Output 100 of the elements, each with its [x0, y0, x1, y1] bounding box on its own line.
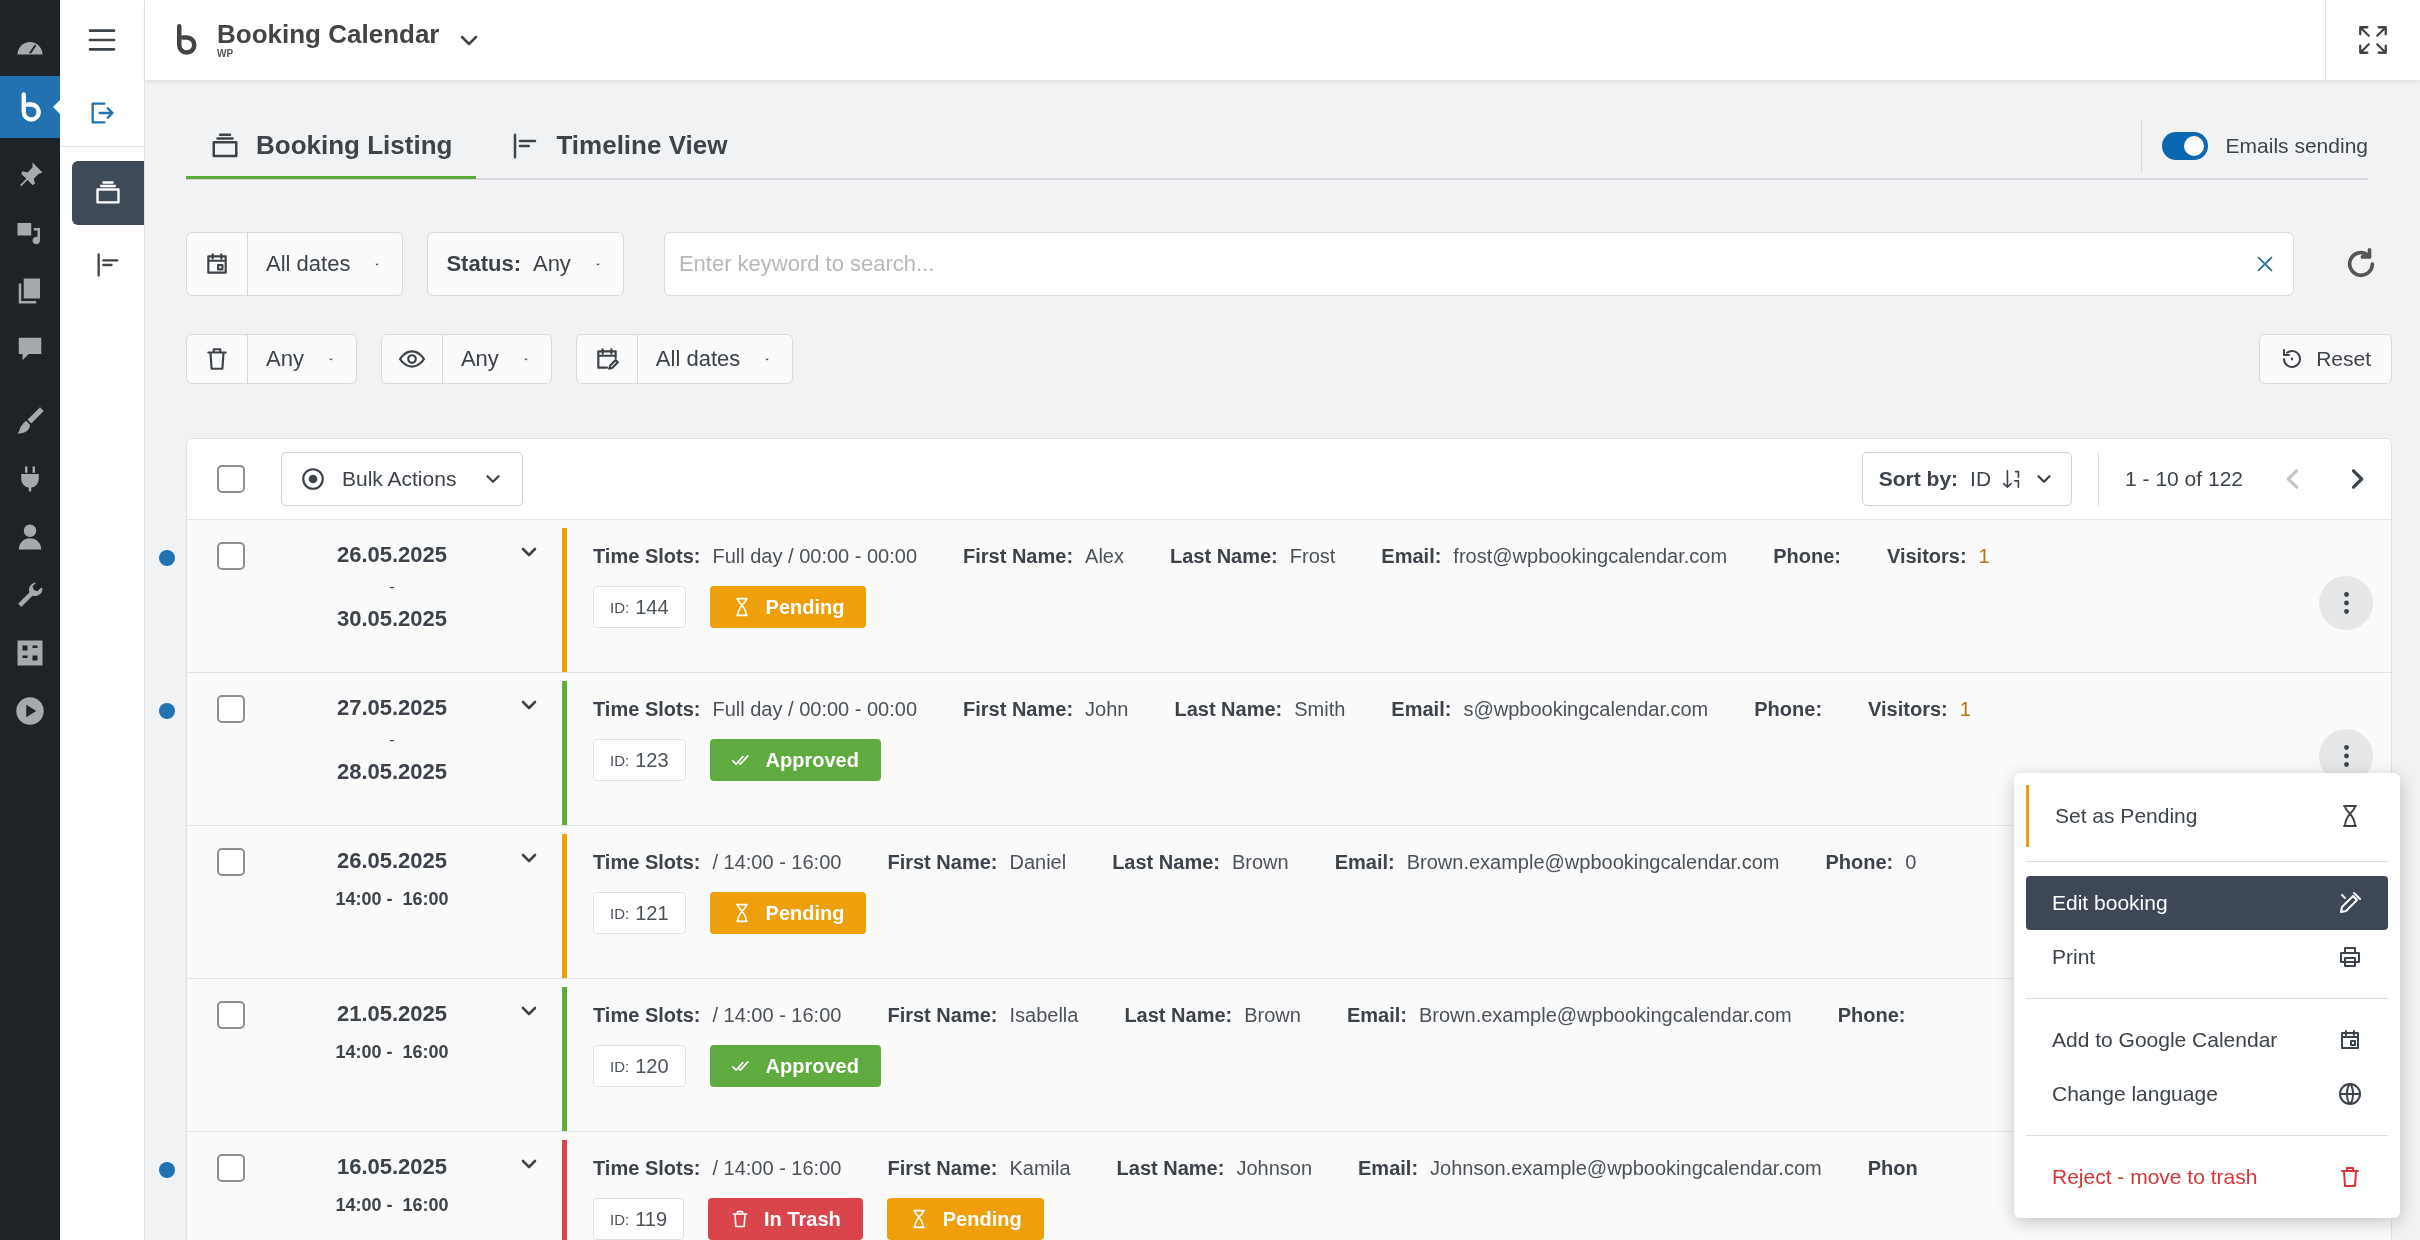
- booking-time: 14:00 - 16:00: [335, 888, 449, 911]
- menu-item[interactable]: Set as Pending: [2026, 785, 2388, 847]
- field-label: Email:: [1381, 544, 1442, 569]
- sort-dropdown[interactable]: Sort by: ID: [1861, 452, 2073, 506]
- field-label: Last Name:: [1112, 850, 1220, 875]
- tab[interactable]: Timeline View: [486, 115, 752, 179]
- field-label: Phon: [1867, 1156, 1918, 1181]
- trash-icon: [204, 346, 230, 372]
- kebab-icon: [2343, 592, 2349, 614]
- field-label: Phone:: [1837, 1003, 1906, 1028]
- field-value: Johnson: [1236, 1156, 1313, 1181]
- field-label: Email:: [1334, 850, 1395, 875]
- field-value: Kamila: [1009, 1156, 1071, 1181]
- status-badge: Approved: [709, 739, 881, 781]
- field-value: Smith: [1294, 697, 1346, 722]
- field-value: / 14:00 - 16:00: [712, 1156, 842, 1181]
- edit-icon: [2338, 891, 2362, 915]
- field-label: Visitors:: [1868, 697, 1948, 722]
- more-button[interactable]: [2319, 576, 2373, 630]
- pagination-label: 1 - 10 of 122: [2125, 467, 2243, 491]
- field-label: Email:: [1358, 1156, 1419, 1181]
- calendar-icon: [204, 251, 230, 277]
- date-separator: -: [389, 577, 395, 597]
- stacked-cards-icon: [94, 179, 122, 207]
- end-date: 28.05.2025: [336, 758, 448, 786]
- calendar-icon: [2338, 1028, 2362, 1052]
- field-label: Time Slots:: [593, 697, 701, 722]
- field-label: First Name:: [887, 1156, 998, 1181]
- field-label: Time Slots:: [593, 1003, 701, 1028]
- admin-menu-item-active[interactable]: [0, 76, 60, 138]
- field-value: Johnson.example@wpbookingcalendar.com: [1430, 1156, 1822, 1181]
- search-field[interactable]: Enter keyword to search...: [663, 232, 2294, 296]
- status-badge: In Trash: [708, 1198, 863, 1240]
- date-separator: -: [389, 730, 395, 750]
- toggle-label: Emails sending: [2225, 134, 2368, 158]
- field-value: Alex: [1085, 544, 1124, 569]
- trash-icon: [2338, 1165, 2362, 1189]
- radio-target-icon: [300, 466, 326, 492]
- row-checkbox[interactable]: [217, 542, 245, 570]
- menu-item[interactable]: Add to Google Calendar: [2026, 1013, 2388, 1067]
- emails-toggle[interactable]: [2161, 132, 2208, 160]
- field-value: / 14:00 - 16:00: [712, 1003, 842, 1028]
- printer-icon: [2338, 945, 2362, 969]
- row-checkbox[interactable]: [217, 695, 245, 723]
- bulk-actions-dropdown[interactable]: Bulk Actions: [281, 452, 524, 506]
- field-label: Phone:: [1773, 544, 1841, 569]
- field-label: First Name:: [887, 850, 998, 875]
- status-badge: Approved: [709, 1045, 881, 1087]
- globe-icon: [2338, 1082, 2362, 1106]
- tab[interactable]: Booking Listing: [186, 115, 477, 179]
- field-label: First Name:: [963, 544, 1074, 569]
- select-all-checkbox[interactable]: [217, 465, 245, 493]
- field-label: First Name:: [887, 1003, 998, 1028]
- row-checkbox[interactable]: [217, 1154, 245, 1182]
- menu-item[interactable]: Change language: [2026, 1067, 2388, 1121]
- status-badge: Pending: [709, 586, 867, 628]
- booking-time: 14:00 - 16:00: [335, 1041, 449, 1064]
- booking-id: ID: 144: [593, 586, 686, 628]
- menu-item[interactable]: Reject - move to trash: [2026, 1150, 2388, 1204]
- field-label: Email:: [1391, 697, 1452, 722]
- field-value: Daniel: [1009, 850, 1067, 875]
- sliders-icon: [15, 638, 45, 668]
- menu-item[interactable]: Edit booking: [2026, 876, 2388, 930]
- field-label: Visitors:: [1886, 544, 1967, 569]
- field-label: Time Slots:: [593, 850, 701, 875]
- kebab-icon: [2343, 745, 2349, 767]
- row-checkbox[interactable]: [217, 848, 245, 876]
- status-badge: Pending: [709, 892, 867, 934]
- play-icon: [15, 696, 45, 726]
- booking-date: 26.05.2025: [336, 847, 448, 875]
- field-label: First Name:: [963, 697, 1074, 722]
- status-badge: Pending: [886, 1198, 1044, 1240]
- field-value: 1: [1959, 697, 1971, 722]
- field-value: Isabella: [1009, 1003, 1079, 1028]
- field-value: Brown: [1244, 1003, 1301, 1028]
- wrench-icon: [15, 580, 45, 610]
- field-value: Frost: [1289, 544, 1336, 569]
- reset-button[interactable]: Reset: [2259, 334, 2392, 384]
- field-label: Time Slots:: [593, 1156, 701, 1181]
- field-label: Phone:: [1754, 697, 1823, 722]
- field-value: s@wpbookingcalendar.com: [1463, 697, 1709, 722]
- field-value: Brown: [1231, 850, 1289, 875]
- row-checkbox[interactable]: [217, 1001, 245, 1029]
- status-dropdown[interactable]: Status: Any: [428, 233, 623, 295]
- end-date: 30.05.2025: [336, 605, 448, 633]
- menu-item[interactable]: Print: [2026, 930, 2388, 984]
- field-label: Last Name:: [1124, 1003, 1233, 1028]
- app-subtitle: WP: [217, 49, 234, 59]
- fullscreen-icon: [2356, 23, 2390, 57]
- field-value: 0: [1905, 850, 1917, 875]
- field-value: / 14:00 - 16:00: [712, 850, 842, 875]
- side-menu-item-active[interactable]: [72, 161, 144, 225]
- field-value: frost@wpbookingcalendar.com: [1453, 544, 1728, 569]
- booking-id: ID: 119: [593, 1198, 685, 1240]
- booking-id: ID: 121: [593, 892, 686, 934]
- field-label: Last Name:: [1116, 1156, 1225, 1181]
- field-value: Brown.example@wpbookingcalendar.com: [1418, 1003, 1792, 1028]
- field-value: John: [1085, 697, 1129, 722]
- field-label: Email:: [1346, 1003, 1407, 1028]
- field-label: Last Name:: [1169, 544, 1278, 569]
